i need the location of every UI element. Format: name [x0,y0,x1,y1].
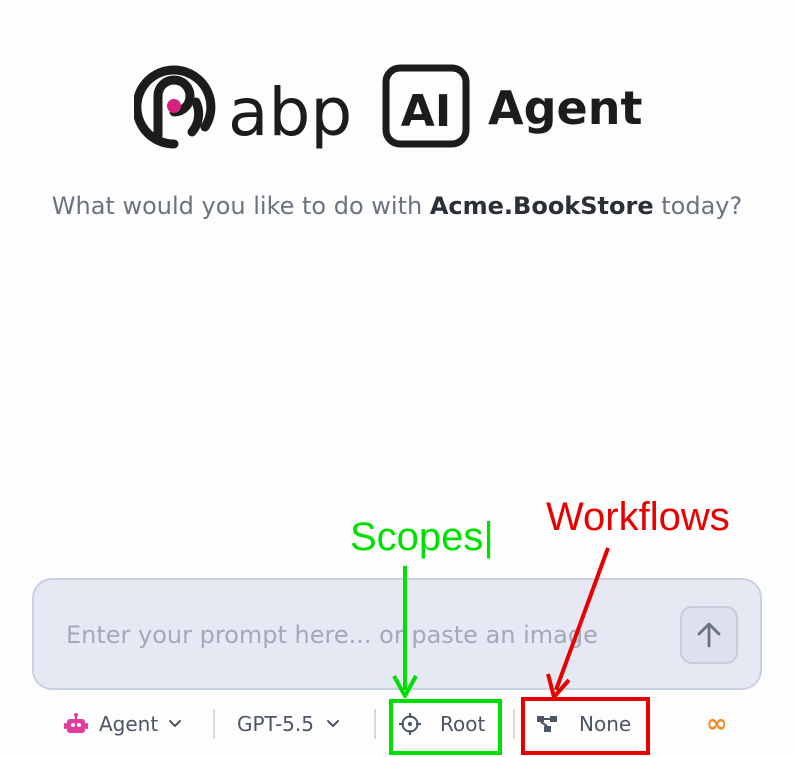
chevron-down-icon [169,720,182,728]
credits-infinity-icon: ∞ [706,709,728,739]
prompt-input[interactable] [64,612,668,658]
toolbar-divider [213,709,215,739]
scopes-highlight-box [389,699,502,755]
toolbar-divider [513,709,515,739]
send-button[interactable] [680,606,738,664]
subtitle-suffix: today? [653,192,743,220]
brand-wordmark: abp [228,74,352,150]
model-selector[interactable]: GPT-5.5 [237,704,340,744]
scopes-annotation-label: Scopes| [350,515,494,559]
mode-selector[interactable]: Agent [64,704,182,744]
welcome-subtitle: What would you like to do with Acme.Book… [0,192,794,220]
model-label: GPT-5.5 [237,712,314,736]
robot-icon [64,713,88,733]
abp-ai-agent-logo: abp AI Agent [134,64,642,150]
arrow-up-icon [697,622,721,648]
brand-dot-icon [167,99,181,113]
workflows-highlight-box [521,697,650,755]
workflows-annotation-label: Workflows [546,495,730,539]
toolbar-divider [374,709,376,739]
subtitle-prefix: What would you like to do with [51,192,430,220]
project-name: Acme.BookStore [429,192,654,220]
product-name: Agent [488,81,642,135]
ai-badge-text: AI [401,86,451,137]
chevron-down-icon [326,720,339,728]
mode-label: Agent [99,712,159,736]
prompt-box [32,578,762,690]
